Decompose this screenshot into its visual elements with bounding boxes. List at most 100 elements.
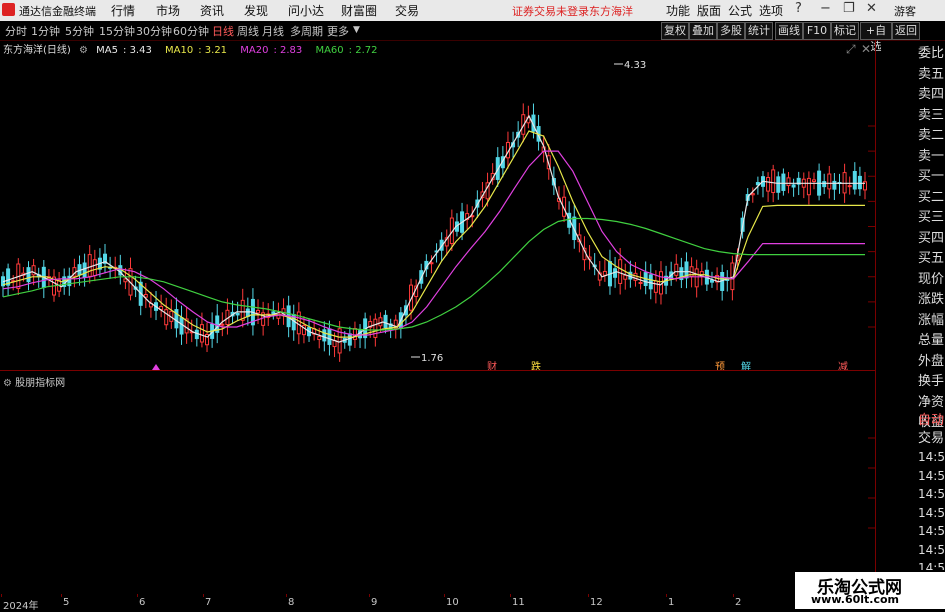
menu-news[interactable]: 资讯 bbox=[200, 2, 224, 19]
event-tag[interactable]: 跌 bbox=[531, 360, 541, 370]
help-icon[interactable]: ? bbox=[795, 1, 802, 16]
candle-body bbox=[618, 259, 623, 284]
quote-label: 卖三 bbox=[918, 107, 945, 123]
high-price-marker: 4.33 bbox=[624, 60, 646, 71]
title-bar: 通达信金融终端 行情 市场 资讯 发现 问小达 财富圈 交易 证券交易未登录 东… bbox=[0, 0, 945, 21]
candle-body bbox=[623, 274, 628, 280]
candle-body bbox=[194, 329, 199, 340]
period-toolbar: 分时 1分钟 5分钟 15分钟 30分钟 60分钟 日线 周线 月线 多周期 更… bbox=[0, 21, 945, 53]
candle-body bbox=[87, 254, 92, 277]
menu-function[interactable]: 功能 bbox=[666, 2, 690, 19]
candle-body bbox=[786, 177, 791, 187]
current-stock-name: 东方海洋 bbox=[589, 5, 633, 18]
period-daily[interactable]: 日线 bbox=[212, 23, 234, 39]
event-tag[interactable]: 解 bbox=[741, 360, 751, 370]
candle-body bbox=[771, 169, 776, 194]
period-multi[interactable]: 多周期 bbox=[290, 23, 323, 39]
quote-label: 买二 bbox=[918, 189, 945, 205]
tick-time-list: 14:5614:5614:5614:5614:5614:5614:5614:56 bbox=[918, 448, 945, 570]
date-tick-mark bbox=[510, 594, 511, 597]
candle-body bbox=[352, 328, 357, 340]
candle-body bbox=[256, 309, 261, 314]
date-tick-mark bbox=[666, 594, 667, 597]
add-favorite-button[interactable]: +自选 bbox=[860, 22, 892, 53]
f10-button[interactable]: F10 bbox=[803, 22, 831, 40]
period-more[interactable]: 更多 bbox=[327, 23, 349, 39]
date-tick-mark bbox=[1, 594, 2, 597]
candle-body bbox=[429, 262, 434, 265]
period-intraday[interactable]: 分时 bbox=[5, 23, 27, 39]
guest-user[interactable]: 游客 bbox=[894, 3, 916, 19]
more-dropdown-icon[interactable]: ▼ bbox=[353, 25, 360, 35]
multi-stock-button[interactable]: 多股 bbox=[717, 22, 745, 40]
candle-body bbox=[648, 274, 653, 290]
date-tick-label: 12 bbox=[590, 597, 603, 608]
close-icon[interactable]: ✕ bbox=[866, 1, 877, 16]
candlestick-chart[interactable]: 4.003.753.503.253.002.752.502.252.00 4.3… bbox=[0, 40, 875, 370]
quote-label: 涨幅 bbox=[918, 312, 945, 328]
quote-panel: 委比 卖五 卖四 卖三 卖二 卖一 买一 买二 买三 买四 买五 现价 涨跌 涨幅 总量 外盘 换手 净资 收益 bbox=[918, 44, 945, 434]
minimize-icon[interactable]: − bbox=[820, 1, 831, 16]
date-tick-label: 1 bbox=[668, 597, 675, 608]
menu-ask[interactable]: 问小达 bbox=[288, 2, 324, 19]
candle-body bbox=[245, 308, 250, 317]
tab-trade[interactable]: 交易 bbox=[918, 430, 945, 448]
period-60min[interactable]: 60分钟 bbox=[173, 23, 209, 39]
candle-body bbox=[383, 314, 388, 329]
tick-time: 14:56 bbox=[918, 468, 945, 483]
period-5min[interactable]: 5分钟 bbox=[65, 23, 94, 39]
quote-label: 委比 bbox=[918, 46, 945, 61]
menu-market[interactable]: 市场 bbox=[156, 2, 180, 19]
menu-wealth[interactable]: 财富圈 bbox=[341, 2, 377, 19]
period-30min[interactable]: 30分钟 bbox=[136, 23, 172, 39]
menu-quotes[interactable]: 行情 bbox=[111, 2, 135, 19]
date-tick-mark bbox=[733, 594, 734, 597]
menu-layout[interactable]: 版面 bbox=[697, 2, 721, 19]
draw-button[interactable]: 画线 bbox=[775, 22, 803, 40]
ma-line-ma20 bbox=[2, 150, 865, 336]
tick-time: 14:56 bbox=[918, 524, 945, 538]
period-weekly[interactable]: 周线 bbox=[237, 23, 259, 39]
menu-options[interactable]: 选项 bbox=[759, 2, 783, 19]
candle-body bbox=[638, 281, 643, 284]
login-status[interactable]: 证券交易未登录 bbox=[512, 3, 589, 19]
candle-body bbox=[220, 323, 225, 326]
period-monthly[interactable]: 月线 bbox=[262, 23, 284, 39]
candle-body bbox=[82, 262, 87, 278]
candle-body bbox=[653, 280, 658, 293]
back-button[interactable]: 返回 bbox=[892, 22, 920, 40]
app-name: 通达信金融终端 bbox=[19, 5, 96, 18]
event-tag[interactable]: 减 bbox=[838, 361, 848, 370]
quote-label: 买一 bbox=[918, 169, 945, 184]
menu-discover[interactable]: 发现 bbox=[244, 2, 268, 19]
quote-label: 涨跌 bbox=[918, 292, 945, 307]
date-tick-mark bbox=[588, 594, 589, 597]
event-tag[interactable]: 财 bbox=[487, 360, 497, 370]
tick-time: 14:56 bbox=[918, 487, 945, 501]
quote-label: 换手 bbox=[918, 374, 945, 389]
stats-button[interactable]: 统计 bbox=[745, 22, 773, 40]
period-1min[interactable]: 1分钟 bbox=[31, 23, 60, 39]
date-tick-mark bbox=[61, 594, 62, 597]
period-15min[interactable]: 15分钟 bbox=[99, 23, 135, 39]
adjust-button[interactable]: 复权 bbox=[661, 22, 689, 40]
restore-icon[interactable]: ❐ bbox=[843, 1, 855, 16]
quote-label: 卖一 bbox=[918, 148, 945, 164]
candle-body bbox=[633, 272, 638, 281]
mark-button[interactable]: 标记 bbox=[831, 22, 859, 40]
quote-label: 买三 bbox=[918, 210, 945, 225]
candle-body bbox=[822, 181, 827, 188]
tick-time: 14:56 bbox=[918, 542, 945, 557]
tick-time: 14:56 bbox=[918, 561, 945, 570]
menu-formula[interactable]: 公式 bbox=[728, 2, 752, 19]
candle-body bbox=[857, 175, 862, 190]
sidebar-divider bbox=[875, 40, 876, 609]
candle-body bbox=[847, 185, 852, 188]
tab-auto[interactable]: 自动 bbox=[918, 412, 945, 430]
overlay-button[interactable]: 叠加 bbox=[689, 22, 717, 40]
indicator-panel[interactable]: 4.003.503.002.50 bbox=[0, 371, 875, 597]
quote-label: 买五 bbox=[918, 251, 945, 266]
event-tag[interactable]: 预 bbox=[715, 361, 725, 370]
candle-body bbox=[694, 268, 699, 288]
menu-trade[interactable]: 交易 bbox=[395, 2, 419, 19]
